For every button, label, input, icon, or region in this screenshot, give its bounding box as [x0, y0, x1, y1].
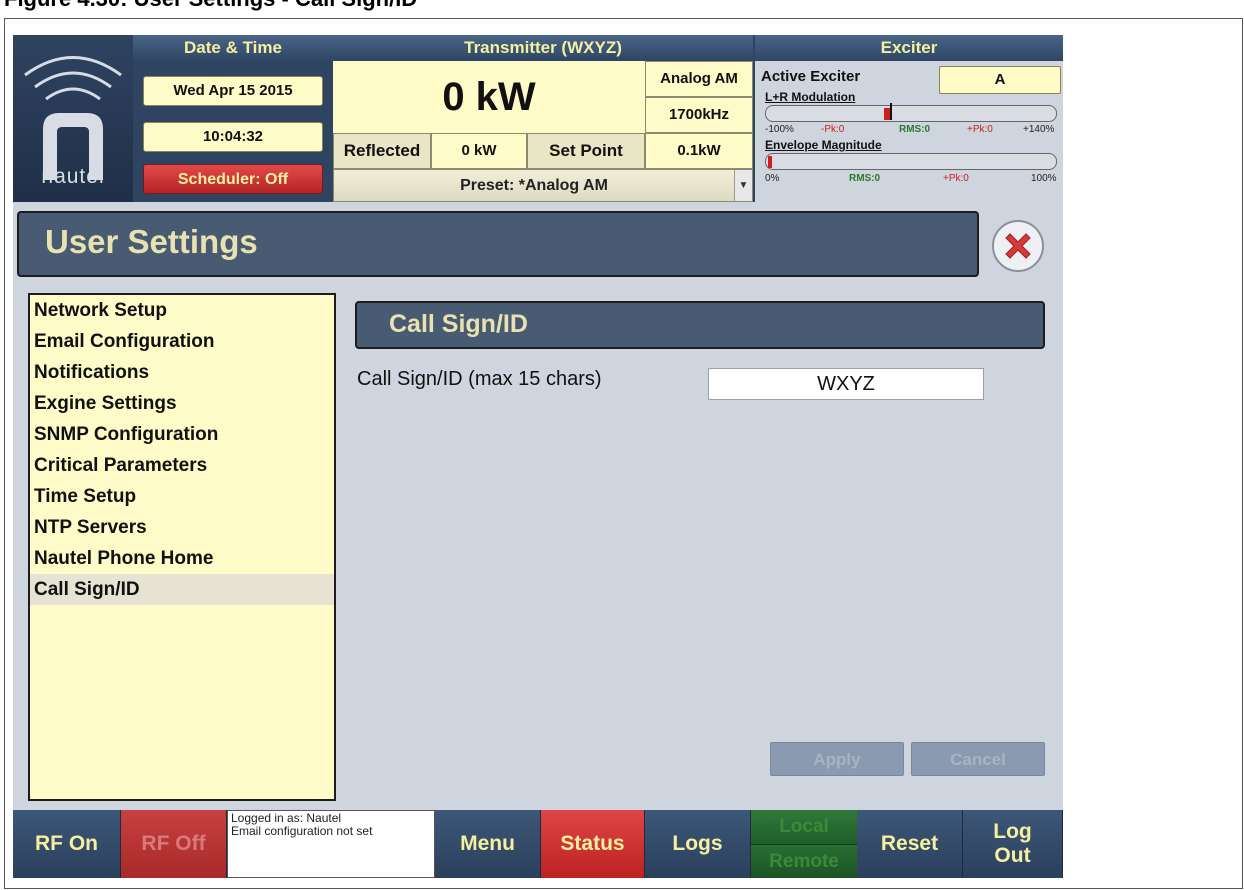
cancel-button[interactable]: Cancel [911, 742, 1045, 776]
forward-power: 0 kW [442, 75, 536, 119]
lr-zero-marker [890, 103, 892, 120]
env-max: 100% [1031, 173, 1057, 184]
scheduler-button[interactable]: Scheduler: Off [143, 164, 323, 194]
menu-button[interactable]: Menu [435, 810, 541, 878]
logs-button[interactable]: Logs [645, 810, 751, 878]
rf-off-button[interactable]: RF Off [121, 810, 227, 878]
envelope-label: Envelope Magnitude [765, 138, 882, 152]
env-min: 0% [765, 173, 780, 184]
nav-item-notifications[interactable]: Notifications [30, 357, 334, 388]
remote-button[interactable]: Remote [751, 844, 857, 878]
local-button[interactable]: Local [751, 810, 857, 844]
setpoint-value[interactable]: 0.1kW [645, 133, 753, 169]
active-exciter-value[interactable]: A [939, 66, 1061, 94]
lr-pos-peak: +Pk:0 [967, 124, 993, 135]
active-exciter-label: Active Exciter [761, 68, 861, 85]
logout-label-line1: Log [993, 820, 1032, 843]
envelope-meter [765, 153, 1057, 170]
exciter-panel: Exciter Active Exciter A L+R Modulation … [753, 35, 1063, 202]
local-remote-toggle[interactable]: Local Remote [751, 810, 857, 878]
lr-modulation-meter [765, 103, 1057, 122]
lr-modulation-label: L+R Modulation [765, 90, 856, 104]
section-title: Call Sign/ID [389, 310, 528, 338]
mode-display: Analog AM [645, 61, 753, 97]
nav-item-email-configuration[interactable]: Email Configuration [30, 326, 334, 357]
lr-min: -100% [765, 124, 794, 135]
envelope-peak-marker [768, 156, 772, 168]
logout-label-line2: Out [994, 844, 1031, 867]
lr-max: +140% [1023, 124, 1055, 135]
rf-on-button[interactable]: RF On [13, 810, 121, 878]
status-button[interactable]: Status [541, 810, 645, 878]
reflected-label: Reflected [333, 133, 431, 169]
nav-item-nautel-phone-home[interactable]: Nautel Phone Home [30, 543, 334, 574]
exciter-title: Exciter [755, 35, 1063, 61]
status-message-box: Logged in as: Nautel Email configuration… [227, 810, 435, 878]
lr-rms: RMS:0 [899, 124, 931, 135]
nav-item-snmp-configuration[interactable]: SNMP Configuration [30, 419, 334, 450]
nav-item-time-setup[interactable]: Time Setup [30, 481, 334, 512]
logo-text: nautel [41, 165, 105, 188]
logout-button[interactable]: Log Out [963, 810, 1063, 878]
env-pos-peak: +Pk:0 [943, 173, 969, 184]
call-sign-label: Call Sign/ID (max 15 chars) [357, 368, 602, 390]
preset-dropdown[interactable]: Preset: *Analog AM ▼ [333, 169, 753, 202]
reset-button[interactable]: Reset [857, 810, 963, 878]
preset-label: Preset: *Analog AM [460, 177, 608, 194]
transmitter-ui: nautel Date & Time Wed Apr 15 2015 10:04… [13, 35, 1063, 878]
date-display: Wed Apr 15 2015 [143, 76, 323, 106]
settings-nav: Network Setup Email Configuration Notifi… [28, 293, 336, 801]
figure-caption: Figure 4.30: User Settings - Call Sign/I… [4, 0, 417, 12]
apply-button[interactable]: Apply [770, 742, 904, 776]
transmitter-panel: Transmitter (WXYZ) 0 kW Analog AM 1700kH… [333, 35, 753, 202]
nav-item-critical-parameters[interactable]: Critical Parameters [30, 450, 334, 481]
setpoint-label: Set Point [527, 133, 645, 169]
transmitter-title: Transmitter (WXYZ) [333, 35, 753, 61]
page-title: User Settings [45, 223, 258, 260]
lr-neg-peak: -Pk:0 [821, 124, 845, 135]
datetime-title: Date & Time [133, 35, 333, 61]
time-display: 10:04:32 [143, 122, 323, 152]
reflected-value: 0 kW [431, 133, 527, 169]
nav-item-ntp-servers[interactable]: NTP Servers [30, 512, 334, 543]
nav-item-network-setup[interactable]: Network Setup [30, 295, 334, 326]
section-title-bar: Call Sign/ID [355, 301, 1045, 349]
close-icon[interactable] [991, 219, 1045, 273]
nautel-logo: nautel [13, 35, 133, 202]
nav-item-call-sign-id[interactable]: Call Sign/ID [30, 574, 334, 605]
call-sign-input[interactable]: WXYZ [708, 368, 984, 400]
datetime-panel: Date & Time Wed Apr 15 2015 10:04:32 Sch… [133, 35, 333, 202]
env-rms: RMS:0 [849, 173, 881, 184]
chevron-down-icon[interactable]: ▼ [734, 170, 752, 201]
email-warning-text: Email configuration not set [231, 824, 373, 838]
nav-item-exgine-settings[interactable]: Exgine Settings [30, 388, 334, 419]
frequency-display: 1700kHz [645, 97, 753, 133]
page-title-bar: User Settings [17, 211, 979, 277]
